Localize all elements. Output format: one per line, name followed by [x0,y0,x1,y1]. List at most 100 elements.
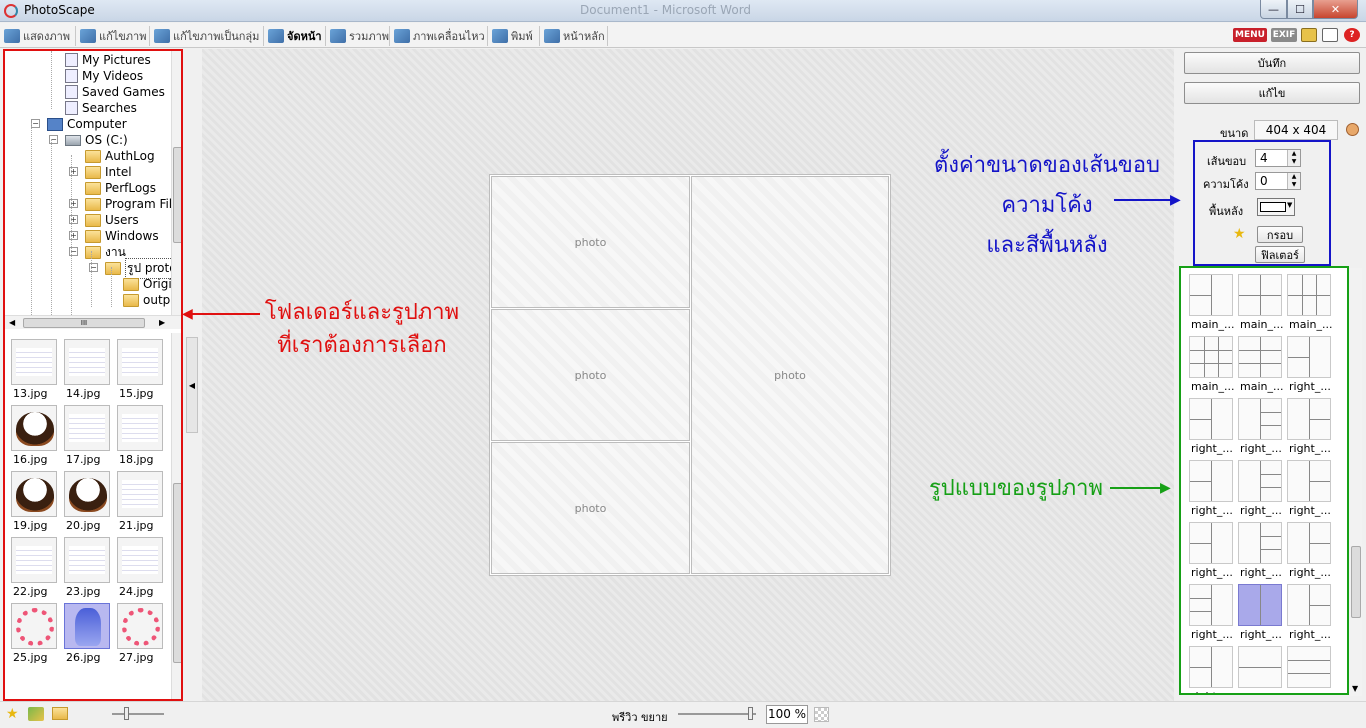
layout-template[interactable] [1238,398,1282,440]
photo-thumbnail[interactable] [117,537,163,583]
tab-editor[interactable]: แก้ไขภาพ [78,26,150,46]
maximize-button[interactable]: ☐ [1287,0,1313,19]
photo-cell[interactable]: photo [491,176,690,308]
tree-node[interactable]: My Videos [65,68,143,84]
tab-batch-editor[interactable]: แก้ไขภาพเป็นกลุ่ม [152,26,264,46]
copy-window-icon[interactable] [1322,28,1338,42]
transparency-toggle-icon[interactable] [814,707,829,722]
photo-thumbnail[interactable] [117,603,163,649]
layout-template[interactable] [1287,398,1331,440]
layout-template-list[interactable]: main_... main_... main_... main_... main_...… [1179,266,1349,695]
photo-thumbnail[interactable] [11,471,57,517]
tree-node[interactable]: AuthLog [85,148,155,164]
photo-cell[interactable]: photo [491,309,690,441]
tree-node[interactable]: Origi [123,276,171,292]
tree-vscrollbar[interactable] [171,51,181,315]
tab-animated-gif[interactable]: ภาพเคลื่อนไหว [392,26,488,46]
photo-thumbnail[interactable] [11,405,57,451]
layout-template[interactable] [1238,336,1282,378]
tree-node[interactable]: Saved Games [65,84,165,100]
collage-canvas[interactable]: photo photo photo photo [489,174,891,576]
frame-button[interactable]: กรอบ [1257,226,1303,243]
photo-thumbnail[interactable] [64,339,110,385]
round-corner-stepper[interactable]: 0 ▲ ▼ [1255,172,1301,190]
scroll-down-arrow-icon[interactable]: ▼ [1352,684,1358,693]
spin-arrows-icon[interactable]: ▲ ▼ [1287,173,1300,189]
tree-node[interactable]: PerfLogs [85,180,156,196]
layout-template[interactable] [1238,522,1282,564]
photo-thumbnail[interactable] [11,339,57,385]
scroll-right-arrow-icon[interactable]: ▶ [159,318,165,327]
zoom-value[interactable]: 100 % [766,705,808,724]
layout-template[interactable] [1287,522,1331,564]
layout-template[interactable] [1287,336,1331,378]
photo-thumbnail[interactable] [11,537,57,583]
spin-arrows-icon[interactable]: ▲ ▼ [1287,150,1300,166]
minimize-button[interactable]: — [1260,0,1287,19]
slider-handle[interactable] [748,707,753,720]
photo-thumbnail[interactable] [64,405,110,451]
collapse-panel-toggle[interactable]: ◀ [186,337,198,433]
layout-template[interactable] [1238,584,1282,626]
layout-template[interactable] [1287,584,1331,626]
star-icon[interactable]: ★ [6,706,19,722]
border-width-stepper[interactable]: 4 ▲ ▼ [1255,149,1301,167]
refresh-icon[interactable] [28,707,44,721]
layout-template[interactable] [1189,336,1233,378]
folder-window-icon[interactable] [1301,28,1317,42]
close-button[interactable]: ✕ [1313,0,1358,19]
photo-cell[interactable]: photo [491,442,690,574]
layout-template[interactable] [1189,646,1233,688]
collapse-icon[interactable]: − [31,119,40,128]
photo-thumbnail[interactable] [64,471,110,517]
slider-handle[interactable] [124,707,129,720]
menu-icon[interactable]: MENU [1233,28,1267,42]
tree-node[interactable]: − OS (C:) [49,132,128,148]
layout-template[interactable] [1189,274,1233,316]
layout-template[interactable] [1238,274,1282,316]
photo-thumbnail[interactable] [117,471,163,517]
tree-node[interactable]: Searches [65,100,137,116]
tab-page[interactable]: จัดหน้า [266,26,326,46]
help-icon[interactable]: ? [1344,28,1360,42]
layout-vscrollbar[interactable]: ▼ [1350,268,1362,696]
tree-node[interactable]: + Users [69,212,139,228]
tree-node[interactable]: My Pictures [65,52,151,68]
tree-node[interactable]: −รูป proto [89,257,171,279]
edit-button[interactable]: แก้ไข [1184,82,1360,104]
tree-vscroll-thumb[interactable] [173,147,181,243]
layout-vscroll-thumb[interactable] [1351,546,1361,618]
layout-template[interactable] [1189,460,1233,502]
folder-tree[interactable]: My Pictures My Videos Saved Games Searches −… [5,51,171,315]
tab-home[interactable]: หน้าหลัก [542,26,608,46]
photo-thumbnail[interactable] [11,603,57,649]
tab-print[interactable]: พิมพ์ [490,26,540,46]
filter-button[interactable]: ฟิลเตอร์ [1255,246,1305,263]
zoom-slider[interactable] [678,707,756,720]
layout-template[interactable] [1287,274,1331,316]
layout-template[interactable] [1189,398,1233,440]
tree-node[interactable]: +Program Files [69,196,171,212]
layout-template[interactable] [1189,522,1233,564]
tab-combine[interactable]: รวมภาพ [328,26,390,46]
layout-template[interactable] [1238,646,1282,688]
photo-thumbnail[interactable] [64,537,110,583]
tree-node[interactable]: outp [123,292,170,308]
thumbnail-vscroll-thumb[interactable] [173,483,181,663]
tree-hscroll-thumb[interactable]: III [23,318,145,328]
tree-node[interactable]: + Intel [69,164,132,180]
tab-viewer[interactable]: แสดงภาพ [2,26,76,46]
tree-node[interactable]: − Computer [31,116,127,132]
layout-template[interactable] [1287,646,1331,688]
photo-thumbnail[interactable] [117,405,163,451]
background-color-picker[interactable]: ▼ [1257,198,1295,216]
open-folder-icon[interactable] [52,707,68,720]
photo-thumbnail[interactable] [117,339,163,385]
layout-template[interactable] [1238,460,1282,502]
exif-icon[interactable]: EXIF [1271,28,1297,42]
person-size-icon[interactable] [1346,123,1359,136]
thumbnail-vscrollbar[interactable] [171,333,181,699]
thumbnail-size-slider[interactable] [112,707,164,720]
layout-template[interactable] [1287,460,1331,502]
photo-thumbnail[interactable] [64,603,110,649]
